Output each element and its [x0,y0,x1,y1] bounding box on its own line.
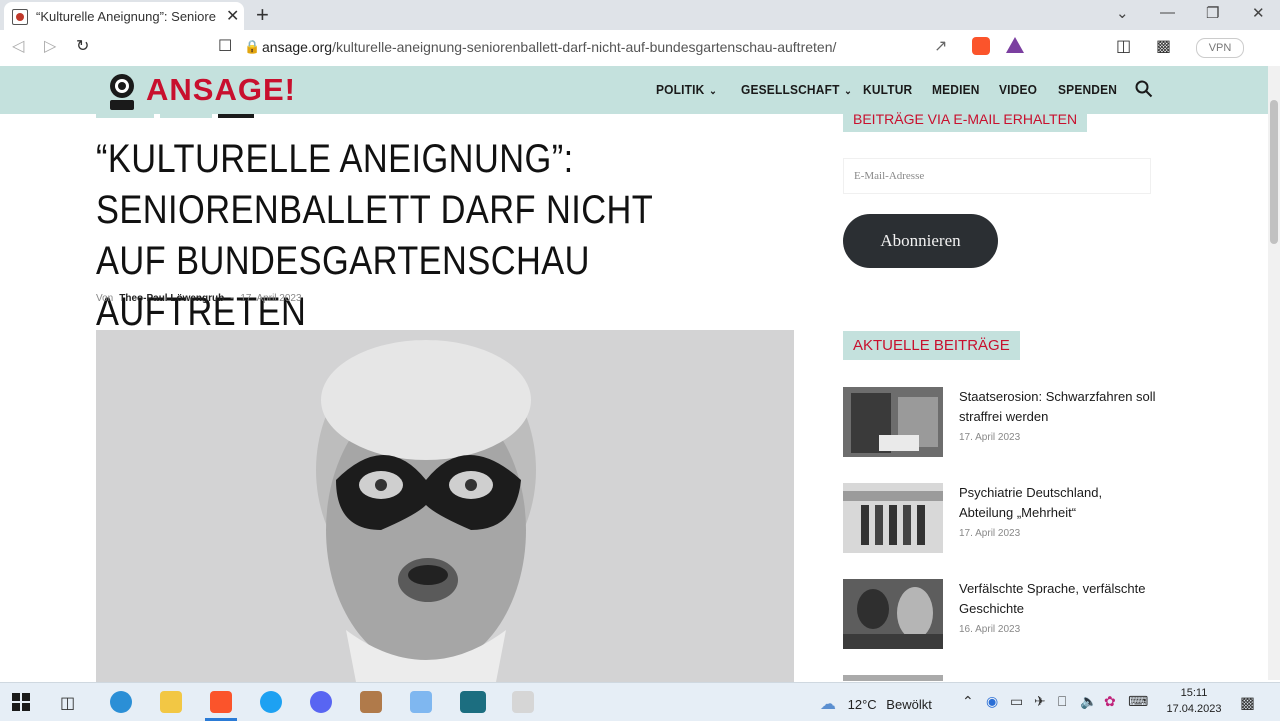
weather-widget[interactable]: ☁ 12°C Bewölkt [820,694,932,714]
window-restore-button[interactable]: ❐ [1206,4,1219,22]
vpn-button[interactable]: VPN [1196,38,1244,58]
email-placeholder: E-Mail-Adresse [854,170,925,182]
site-favicon-icon [12,9,28,25]
edge-browser-icon[interactable] [110,691,132,713]
pinned-app-icon[interactable] [410,691,432,713]
share-icon[interactable]: ↗ [934,36,947,56]
clock-date: 17.04.2023 [1166,703,1222,715]
file-explorer-icon[interactable] [160,691,182,713]
menu-label: POLITIK [656,82,705,97]
menu-item-gesellschaft[interactable]: GESELLSCHAFT ⌄ [741,82,852,97]
site-logo[interactable]: ANSAGE! [146,72,296,108]
category-tag[interactable] [218,114,254,118]
browser-toolbar: ◁ ▷ ↻ ☐ 🔒 ansage.org/kulturelle-aneignun… [0,30,1280,67]
clock-time: 15:11 [1180,687,1208,699]
window-minimize-button[interactable]: — [1160,4,1175,21]
weather-temp: 12°C [847,697,877,712]
brave-browser-icon[interactable] [210,691,232,713]
chevron-up-icon[interactable]: ⌃ [962,693,974,710]
sidebar-toggle-icon[interactable]: ◫ [1116,36,1131,56]
search-icon[interactable] [1135,80,1153,98]
browser-tab-active[interactable]: “Kulturelle Aneignung”: Senioren ✕ [4,2,244,30]
page-scrollbar[interactable] [1268,66,1280,680]
menu-item-spenden[interactable]: SPENDEN [1058,82,1117,97]
url-path: /kulturelle-aneignung-seniorenballett-da… [332,39,837,55]
subscribe-button[interactable]: Abonnieren [843,214,998,268]
menu-item-video[interactable]: VIDEO [999,82,1037,97]
post-title[interactable]: Psychiatrie Deutschland, Abteilung „Mehr… [959,483,1159,523]
chevron-down-icon: ⌄ [709,86,717,97]
volume-icon[interactable]: 🔈 [1080,693,1097,710]
masked-man-photo [96,330,794,682]
scrollbar-thumb[interactable] [1270,100,1278,244]
recent-post-item[interactable]: Psychiatrie Deutschland, Abteilung „Mehr… [843,483,1153,555]
lock-icon[interactable]: 🔒 [244,39,260,55]
notification-app-icon[interactable]: ✿ [1104,693,1116,710]
author-link[interactable]: Theo-Paul Löwengrub [119,293,224,304]
task-view-icon[interactable]: ◫ [60,693,75,713]
forward-icon[interactable]: ▷ [44,36,56,56]
email-field[interactable]: E-Mail-Adresse [843,158,1151,194]
article-date: 17. April 2023 [240,293,302,304]
post-thumbnail[interactable] [843,675,943,681]
recent-posts-heading: AKTUELLE BEITRÄGE [843,331,1020,360]
system-clock[interactable]: 15:11 17.04.2023 [1164,685,1224,717]
recent-post-item[interactable]: Verfälschte Sprache, verfälschte Geschic… [843,579,1153,651]
window-close-button[interactable]: ✕ [1252,4,1265,22]
bookmark-icon[interactable]: ☐ [218,36,232,56]
post-thumbnail[interactable] [843,483,943,553]
recent-post-item[interactable]: Staatserosion: Schwarzfahren soll straff… [843,387,1156,459]
category-tag[interactable] [96,114,154,118]
chevron-down-icon: ⌄ [844,86,853,97]
battery-icon[interactable]: ▭ [1010,693,1023,710]
wallet-icon[interactable]: ▩ [1156,36,1171,56]
keyboard-icon[interactable]: ⌨ [1128,693,1148,710]
menu-label: GESELLSCHAFT [741,82,840,97]
skype-icon[interactable] [260,691,282,713]
post-date: 17. April 2023 [959,528,1021,539]
article-hero-image [96,330,794,682]
article-byline: Von Theo-Paul Löwengrub - 17. April 2023 [96,293,302,304]
notepad-icon[interactable] [512,691,534,713]
archive-app-icon[interactable] [360,691,382,713]
airplane-icon[interactable]: ✈ [1034,693,1046,710]
usb-icon[interactable]: ⎕ [1058,693,1066,710]
brave-shields-icon[interactable] [972,37,990,55]
tab-close-icon[interactable]: ✕ [226,6,239,26]
byline-prefix: Von [96,293,114,304]
post-date: 17. April 2023 [959,432,1021,443]
post-thumbnail[interactable] [843,579,943,649]
email-subscribe-heading: BEITRÄGE VIA E-MAIL ERHALTEN [843,110,1088,132]
video-editor-icon[interactable] [460,691,486,713]
reload-icon[interactable]: ↻ [76,36,89,56]
post-title[interactable]: Verfälschte Sprache, verfälschte Geschic… [959,579,1159,619]
post-thumbnail[interactable] [843,387,943,457]
tab-title: “Kulturelle Aneignung”: Senioren [36,9,216,24]
logo-icon[interactable] [104,72,140,112]
menu-item-kultur[interactable]: KULTUR [863,82,912,97]
cloud-icon: ☁ [820,696,836,713]
tab-search-dropdown-icon[interactable]: ⌄ [1116,4,1129,22]
action-center-icon[interactable]: ▩ [1240,693,1255,713]
menu-item-politik[interactable]: POLITIK ⌄ [656,82,717,97]
back-icon[interactable]: ◁ [12,36,24,56]
post-date: 16. April 2023 [959,624,1021,635]
post-title[interactable]: Staatserosion: Schwarzfahren soll straff… [959,387,1159,427]
windows-start-icon[interactable] [12,693,30,711]
article-headline: “KULTURELLE ANEIGNUNG”: SENIORENBALLETT … [96,137,653,334]
discord-icon[interactable] [310,691,332,713]
new-tab-button[interactable]: + [256,2,269,28]
network-icon[interactable]: ◉ [986,693,998,710]
brave-rewards-icon[interactable] [1006,37,1024,53]
menu-item-medien[interactable]: MEDIEN [932,82,980,97]
address-bar[interactable]: ansage.org/kulturelle-aneignung-senioren… [262,39,836,55]
windows-taskbar: ◫ ☁ 12°C Bewölkt ⌃ ◉ ▭ ✈ ⎕ 🔈 ✿ ⌨ 15:11 1… [0,682,1280,721]
byline-separator: - [230,293,234,304]
weather-condition: Bewölkt [886,697,932,712]
url-host: ansage.org [262,39,333,55]
category-tag[interactable] [160,114,212,118]
